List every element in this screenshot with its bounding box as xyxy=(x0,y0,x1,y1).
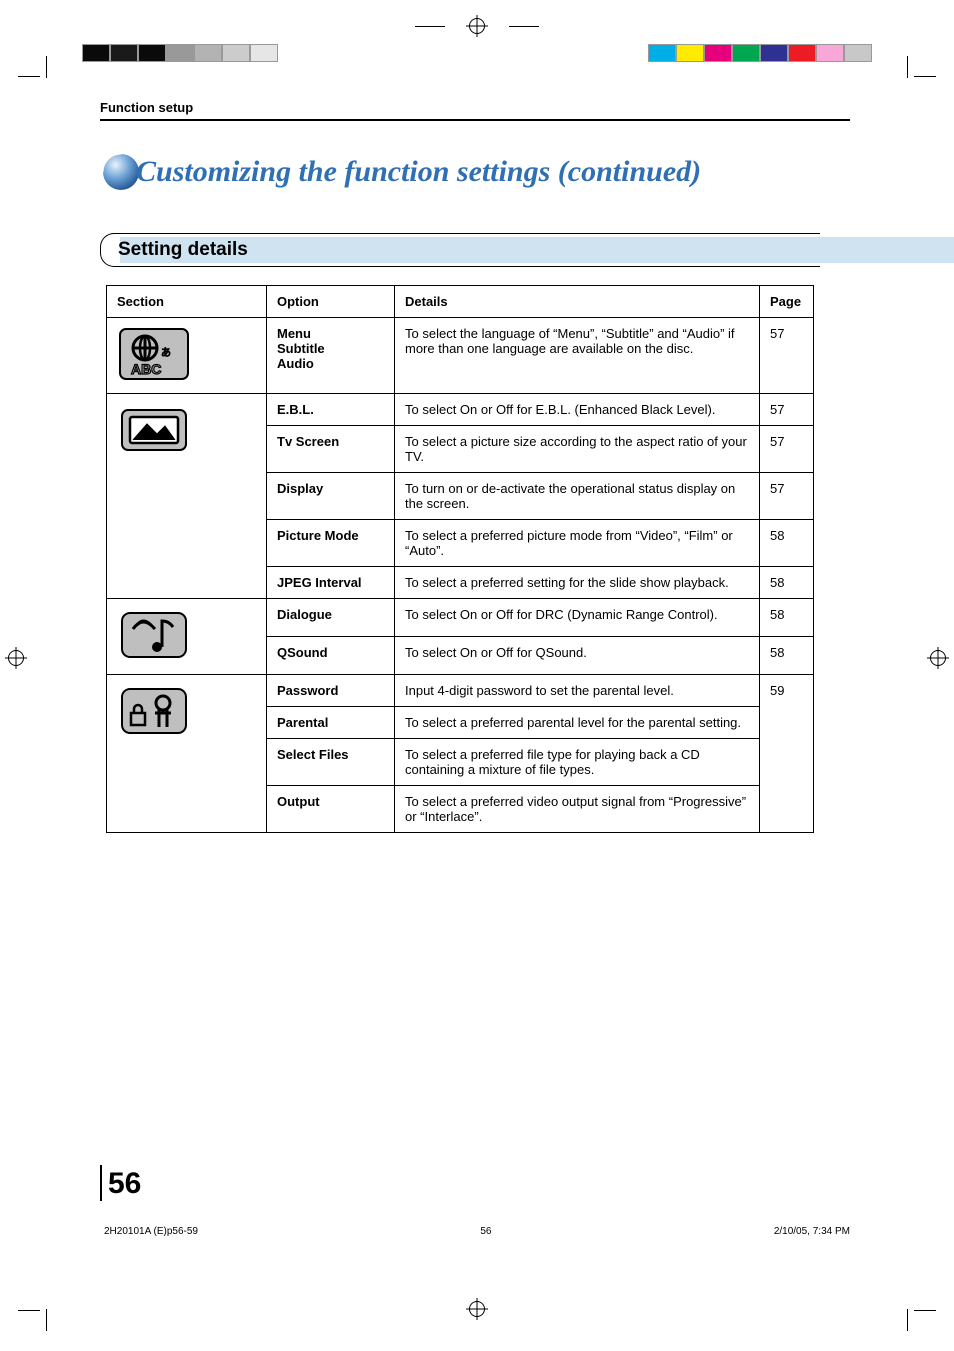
section-icon-cell xyxy=(107,598,267,674)
crop-mark-icon xyxy=(906,1301,936,1331)
td-page: 58 xyxy=(760,636,814,674)
td-details: To turn on or de-activate the operationa… xyxy=(395,472,760,519)
td-page: 58 xyxy=(760,519,814,566)
th-page: Page xyxy=(760,285,814,317)
th-section: Section xyxy=(107,285,267,317)
reg-dash xyxy=(415,26,445,27)
td-details: To select On or Off for DRC (Dynamic Ran… xyxy=(395,598,760,636)
td-details: To select a preferred video output signa… xyxy=(395,785,760,832)
td-option: QSound xyxy=(267,636,395,674)
td-details: Input 4-digit password to set the parent… xyxy=(395,674,760,706)
th-option: Option xyxy=(267,285,395,317)
td-page: 57 xyxy=(760,425,814,472)
table-row: ABC あ Menu Subtitle Audio To select the … xyxy=(107,317,814,393)
td-details: To select a picture size according to th… xyxy=(395,425,760,472)
td-details: To select the language of “Menu”, “Subti… xyxy=(395,317,760,393)
td-details: To select a preferred setting for the sl… xyxy=(395,566,760,598)
table-row: E.B.L. To select On or Off for E.B.L. (E… xyxy=(107,393,814,425)
page-number-value: 56 xyxy=(108,1167,141,1201)
td-option: Password xyxy=(267,674,395,706)
section-heading-label: Setting details xyxy=(100,233,854,267)
section-icon-cell xyxy=(107,674,267,832)
th-details: Details xyxy=(395,285,760,317)
settings-table: Section Option Details Page ABC あ xyxy=(106,285,814,833)
page-number: 56 xyxy=(100,1165,141,1201)
page-title: Customizing the function settings (conti… xyxy=(136,155,701,189)
td-page: 59 xyxy=(760,674,814,832)
td-page: 58 xyxy=(760,598,814,636)
color-bar-left xyxy=(82,44,296,62)
color-bar-right xyxy=(648,44,872,62)
footer: 2H20101A (E)p56-59 56 2/10/05, 7:34 PM xyxy=(100,1226,854,1237)
td-option: JPEG Interval xyxy=(267,566,395,598)
section-icon-cell xyxy=(107,393,267,598)
page-title-row: Customizing the function settings (conti… xyxy=(100,151,854,193)
table-row: Password Input 4-digit password to set t… xyxy=(107,674,814,706)
registration-mark-icon xyxy=(469,18,485,34)
td-page: 57 xyxy=(760,472,814,519)
td-page: 57 xyxy=(760,393,814,425)
registration-mark-icon xyxy=(8,650,24,666)
reg-dash xyxy=(509,26,539,27)
td-option: Select Files xyxy=(267,738,395,785)
registration-mark-icon xyxy=(930,650,946,666)
registration-mark-icon xyxy=(469,1301,485,1317)
td-details: To select a preferred file type for play… xyxy=(395,738,760,785)
td-option: Menu Subtitle Audio xyxy=(267,317,395,393)
parental-lock-icon xyxy=(117,683,191,739)
option-line: Menu xyxy=(277,326,384,341)
table-row: Dialogue To select On or Off for DRC (Dy… xyxy=(107,598,814,636)
language-globe-icon: ABC あ xyxy=(117,326,191,382)
crop-mark-icon xyxy=(18,56,48,86)
footer-mid: 56 xyxy=(480,1226,491,1237)
td-option: Tv Screen xyxy=(267,425,395,472)
svg-text:あ: あ xyxy=(161,347,171,359)
svg-text:ABC: ABC xyxy=(131,361,161,377)
td-option: Dialogue xyxy=(267,598,395,636)
td-option: Output xyxy=(267,785,395,832)
option-line: Audio xyxy=(277,356,384,371)
section-icon-cell: ABC あ xyxy=(107,317,267,393)
picture-icon xyxy=(117,402,191,458)
td-details: To select a preferred parental level for… xyxy=(395,706,760,738)
footer-right: 2/10/05, 7:34 PM xyxy=(774,1226,850,1237)
option-line: Subtitle xyxy=(277,341,384,356)
td-option: Parental xyxy=(267,706,395,738)
td-details: To select On or Off for QSound. xyxy=(395,636,760,674)
table-header-row: Section Option Details Page xyxy=(107,285,814,317)
td-option: Display xyxy=(267,472,395,519)
section-heading: Setting details xyxy=(100,233,854,267)
divider xyxy=(100,119,850,121)
td-option: E.B.L. xyxy=(267,393,395,425)
td-details: To select On or Off for E.B.L. (Enhanced… xyxy=(395,393,760,425)
td-page: 57 xyxy=(760,317,814,393)
crop-mark-icon xyxy=(18,1301,48,1331)
breadcrumb: Function setup xyxy=(100,100,854,115)
footer-left: 2H20101A (E)p56-59 xyxy=(104,1226,198,1237)
td-details: To select a preferred picture mode from … xyxy=(395,519,760,566)
td-option: Picture Mode xyxy=(267,519,395,566)
td-page: 58 xyxy=(760,566,814,598)
audio-note-icon xyxy=(117,607,191,663)
crop-mark-icon xyxy=(906,56,936,86)
